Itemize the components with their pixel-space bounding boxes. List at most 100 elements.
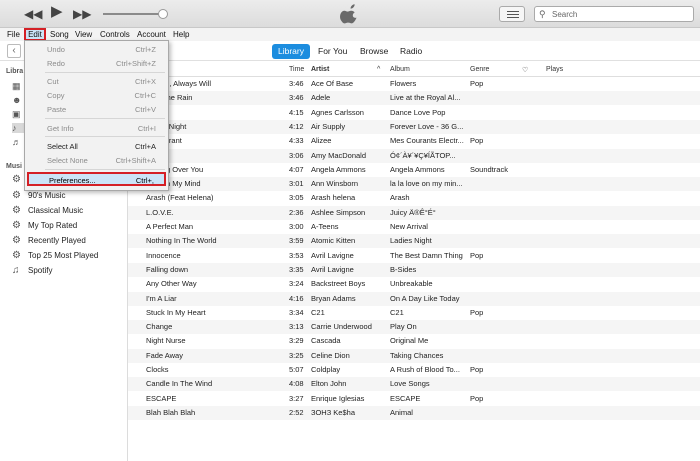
sidebar-item-spotify[interactable]: ♫ Spotify xyxy=(12,264,128,278)
tab-library[interactable]: Library xyxy=(272,44,310,59)
table-row[interactable]: Fade Away 3:25 Celine Dion Taking Chances xyxy=(128,348,700,363)
table-row[interactable]: s Have, Always Will 3:46 Ace Of Base Flower… xyxy=(128,77,700,91)
table-row[interactable]: L.O.V.E. 2:36 Ashlee Simpson Juicy Ä®Ê°É° xyxy=(128,205,700,220)
fast-forward-icon[interactable]: ▶▶ xyxy=(73,7,91,21)
song-artist: Enrique Iglesias xyxy=(311,393,365,403)
menu-item-select-all[interactable]: Select All Ctrl+A xyxy=(25,140,168,154)
apple-logo-icon xyxy=(340,4,357,24)
menu-item-copy[interactable]: Copy Ctrl+C xyxy=(25,89,168,103)
column-time[interactable]: Time xyxy=(289,66,304,73)
table-row[interactable]: Stuck In My Heart 3:34 C21 C21 Pop xyxy=(128,306,700,320)
gear-icon: ⚙ xyxy=(12,190,21,201)
menu-item-cut[interactable]: Cut Ctrl+X xyxy=(25,75,168,89)
albums-icon[interactable]: ▣ xyxy=(12,109,24,120)
table-row[interactable]: Falling down 3:35 Avril Lavigne B-Sides xyxy=(128,262,700,277)
menu-item-paste[interactable]: Paste Ctrl+V xyxy=(25,103,168,117)
table-row[interactable]: Night Nurse 3:29 Cascada Original Me xyxy=(128,334,700,348)
menu-account[interactable]: Account xyxy=(137,29,166,40)
song-album: A Rush of Blood To... xyxy=(390,365,460,374)
sidebar-item-top-25-most-played[interactable]: ⚙ Top 25 Most Played xyxy=(12,249,128,263)
song-album: Play On xyxy=(390,322,417,332)
song-artist: Amy MacDonald xyxy=(311,150,367,160)
menu-item-shortcut: Ctrl+C xyxy=(134,91,156,100)
sidebar-music-heading: Musi xyxy=(6,163,22,170)
menu-item-redo[interactable]: Redo Ctrl+Shift+Z xyxy=(25,57,168,71)
song-time: 3:46 xyxy=(289,79,304,88)
table-row[interactable]: Arash (Feat Helena) 3:05 Arash helena Arash xyxy=(128,191,700,205)
column-plays[interactable]: Plays xyxy=(546,66,563,73)
song-time: 3:34 xyxy=(289,307,304,317)
table-row[interactable]: Candle In The Wind 4:08 Elton John Love Son… xyxy=(128,377,700,392)
table-row[interactable]: Is The Night4:12Air SupplyForever Love -… xyxy=(128,119,700,134)
heart-icon[interactable]: ♡ xyxy=(522,66,528,74)
table-row[interactable]: ESCAPE 3:27 Enrique Iglesias ESCAPE Pop xyxy=(128,392,700,406)
sidebar-item-90s-music[interactable]: ⚙ 90's Music xyxy=(12,189,128,203)
menu-help[interactable]: Help xyxy=(173,29,189,40)
back-button[interactable]: ‹ xyxy=(7,44,21,58)
song-artist: Ashlee Simpson xyxy=(311,207,366,217)
song-album: On A Day Like Today xyxy=(390,293,460,303)
artists-icon[interactable]: ☻ xyxy=(12,95,24,105)
rewind-icon[interactable]: ◀◀ xyxy=(24,7,42,21)
song-time: 3:35 xyxy=(289,264,304,274)
song-name: A Perfect Man xyxy=(146,222,194,231)
edit-menu: Undo Ctrl+Z Redo Ctrl+Shift+Z Cut Ctrl+X Copy C… xyxy=(24,40,169,191)
song-artist: Ace Of Base xyxy=(311,79,354,88)
menu-separator xyxy=(45,72,165,73)
sidebar-item-recently-played[interactable]: ⚙ Recently Played xyxy=(12,234,128,248)
column-artist[interactable]: Artist xyxy=(311,66,329,73)
song-album: Juicy Ä®Ê°É° xyxy=(390,207,436,217)
table-row[interactable]: Change 3:13 Carrie Underwood Play On xyxy=(128,320,700,335)
song-time: 3:00 xyxy=(289,222,304,231)
table-row[interactable]: I'm A Liar 4:16 Bryan Adams On A Day Like T… xyxy=(128,291,700,306)
table-row[interactable]: Any Other Way 3:24 Backstreet Boys Unbreaka… xyxy=(128,277,700,291)
table-row[interactable]: e To The Rain 3:46 Adele Live at the Royal … xyxy=(128,91,700,106)
tab-for-you[interactable]: For You xyxy=(312,44,353,59)
table-row[interactable]: Blah Blah Blah 2:52 ЗОНЗ Ke$ha Animal xyxy=(128,405,700,420)
menu-item-label: Paste xyxy=(47,105,67,114)
transport-bar: ◀◀ ▶ ▶▶ ⚲ Search xyxy=(0,0,700,28)
play-icon[interactable]: ▶ xyxy=(51,4,63,19)
table-row[interactable]: ove On My Mind 3:01 Ann Winsborn la la love… xyxy=(128,177,700,192)
menu-controls[interactable]: Controls xyxy=(100,29,130,40)
menu-file[interactable]: File xyxy=(7,29,20,40)
song-genre: Pop xyxy=(470,250,484,260)
menu-item-get-info[interactable]: Get Info Ctrl+I xyxy=(25,122,168,136)
song-name: Blah Blah Blah xyxy=(146,407,196,417)
sidebar-item-classical-music[interactable]: ⚙ Classical Music xyxy=(12,204,128,218)
volume-knob[interactable] xyxy=(158,9,168,19)
gear-icon: ⚙ xyxy=(12,205,21,216)
table-row[interactable]: Getting Over You 4:07 Angela Ammons Angela … xyxy=(128,163,700,177)
table-row[interactable]: Innocence 3:53 Avril Lavigne The Best Damn … xyxy=(128,249,700,263)
song-time: 3:25 xyxy=(289,350,304,360)
menu-item-select-none[interactable]: Select None Ctrl+Shift+A xyxy=(25,154,168,168)
menu-item-undo[interactable]: Undo Ctrl+Z xyxy=(25,43,168,57)
menu-song[interactable]: Song xyxy=(50,29,69,40)
column-album[interactable]: Album xyxy=(390,66,410,73)
menu-view[interactable]: View xyxy=(75,29,92,40)
list-view-button[interactable] xyxy=(499,6,525,22)
search-field[interactable]: ⚲ Search xyxy=(534,6,694,22)
genres-icon[interactable]: ♬ xyxy=(12,137,24,147)
column-genre[interactable]: Genre xyxy=(470,66,489,73)
song-album: Flowers xyxy=(390,79,417,88)
tab-radio[interactable]: Radio xyxy=(394,44,428,59)
menu-item-label: Select All xyxy=(47,142,78,151)
song-time: 5:07 xyxy=(289,365,304,374)
table-row[interactable]: the life3:06Amy MacDonaldÓ¢´À¥´¥Ç¥ÍÃTOP.… xyxy=(128,148,700,163)
table-row[interactable]: A Perfect Man 3:00 A-Teens New Arrival xyxy=(128,220,700,234)
menu-item-preferences[interactable]: Preferences... Ctrl+, xyxy=(27,172,166,186)
table-row[interactable]: Clocks 5:07 Coldplay A Rush of Blood To... P… xyxy=(128,363,700,377)
volume-slider[interactable] xyxy=(103,13,163,15)
tab-browse[interactable]: Browse xyxy=(354,44,394,59)
song-artist: Elton John xyxy=(311,379,347,389)
table-row[interactable]: e Me4:15Agnes CarlssonDance Love Pop xyxy=(128,106,700,120)
sidebar-item-my-top-rated[interactable]: ⚙ My Top Rated xyxy=(12,219,128,233)
recently-added-icon[interactable]: ▦ xyxy=(12,81,24,92)
song-album: Ladies Night xyxy=(390,236,432,246)
table-row[interactable]: re-Courant4:33AlizeeMes Courants Electr.… xyxy=(128,134,700,148)
song-name: Arash (Feat Helena) xyxy=(146,193,214,203)
song-album: Angela Ammons xyxy=(390,164,445,174)
menu-item-label: Copy xyxy=(47,91,65,100)
table-row[interactable]: Nothing In The World 3:59 Atomic Kitten Lad… xyxy=(128,234,700,249)
